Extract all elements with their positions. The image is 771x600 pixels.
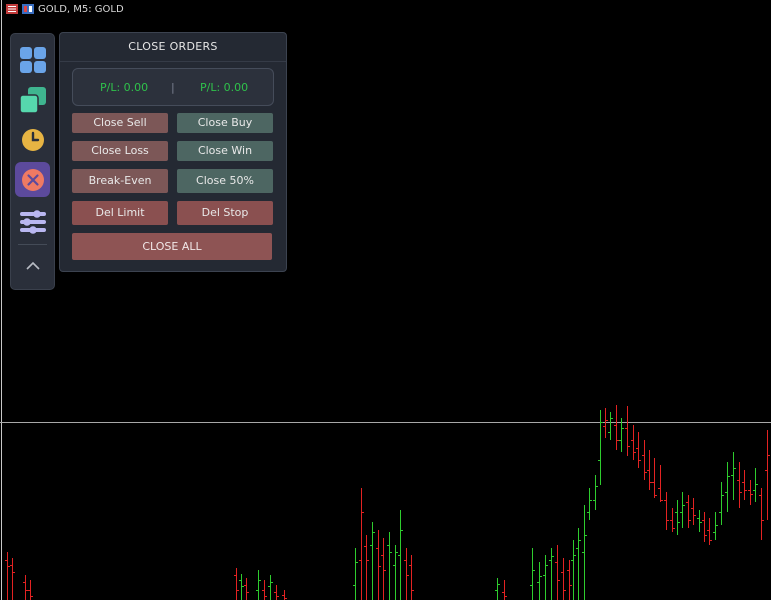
- sidebar-item-dashboard[interactable]: [15, 42, 50, 77]
- sliders-icon: [19, 209, 46, 234]
- panel-title: CLOSE ORDERS: [60, 33, 286, 62]
- chart-symbol-title: GOLD, M5: GOLD: [38, 3, 124, 15]
- sidebar-divider: [18, 244, 47, 245]
- chevron-up-icon: [25, 261, 40, 270]
- pl-sell-value: P/L: 0.00: [200, 81, 249, 94]
- break-even-button[interactable]: Break-Even: [72, 169, 168, 193]
- sidebar: [10, 33, 55, 290]
- sidebar-item-settings[interactable]: [15, 204, 50, 239]
- chart-header: GOLD, M5: GOLD: [0, 0, 124, 18]
- one-click-trading-icon[interactable]: [6, 4, 18, 14]
- close-50-button[interactable]: Close 50%: [177, 169, 273, 193]
- sidebar-collapse-button[interactable]: [15, 248, 50, 283]
- close-circle-icon: [21, 168, 44, 191]
- sidebar-item-orders[interactable]: [15, 82, 50, 117]
- pl-summary: P/L: 0.00 | P/L: 0.00: [72, 68, 274, 106]
- expert-advisor-icon[interactable]: [22, 4, 34, 14]
- close-loss-button[interactable]: Close Loss: [72, 141, 168, 161]
- candles: [5, 405, 770, 600]
- close-buy-button[interactable]: Close Buy: [177, 113, 273, 133]
- pl-separator: |: [171, 81, 175, 94]
- close-orders-panel: CLOSE ORDERS P/L: 0.00 | P/L: 0.00 Close…: [59, 32, 287, 272]
- close-win-button[interactable]: Close Win: [177, 141, 273, 161]
- close-sell-button[interactable]: Close Sell: [72, 113, 168, 133]
- sidebar-item-pending[interactable]: [15, 122, 50, 157]
- close-all-button[interactable]: CLOSE ALL: [72, 233, 272, 260]
- layers-icon: [18, 86, 46, 114]
- del-limit-button[interactable]: Del Limit: [72, 201, 168, 225]
- clock-icon: [21, 128, 44, 151]
- sidebar-item-close-orders[interactable]: [15, 162, 50, 197]
- grid-icon: [19, 46, 46, 73]
- del-stop-button[interactable]: Del Stop: [177, 201, 273, 225]
- pl-buy-value: P/L: 0.00: [100, 81, 149, 94]
